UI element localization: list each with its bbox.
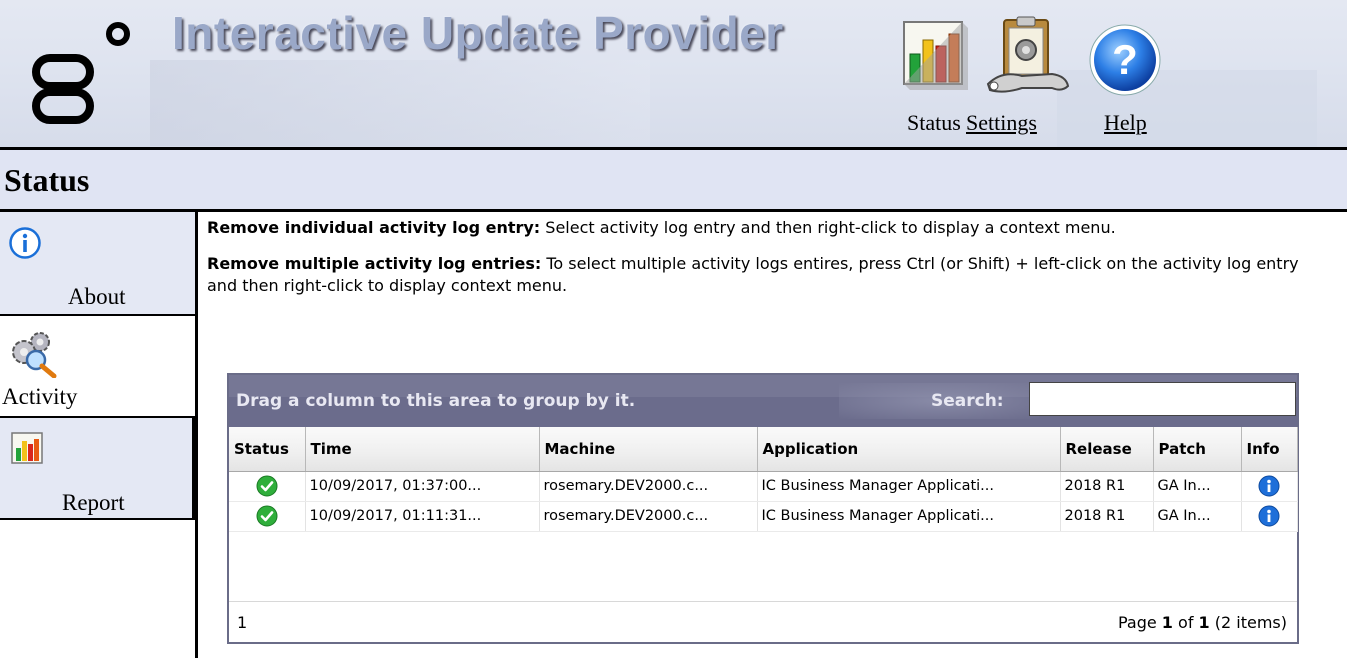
- app-header: Interactive Update Provider Status Setti…: [0, 0, 1347, 148]
- info-circle-icon: [9, 227, 41, 259]
- table-row[interactable]: 10/09/2017, 01:37:00... rosemary.DEV2000…: [229, 471, 1298, 502]
- instruction-single: Remove individual activity log entry: Se…: [207, 217, 1317, 239]
- instructions: Remove individual activity log entry: Se…: [207, 217, 1317, 311]
- time-cell: 10/09/2017, 01:11:31...: [305, 501, 540, 532]
- column-header-info[interactable]: Info: [1241, 427, 1298, 472]
- info-icon[interactable]: [1258, 505, 1280, 527]
- settings-clipboard-icon: [986, 16, 1070, 93]
- column-header-status[interactable]: Status: [229, 427, 306, 472]
- pager-of: of: [1172, 613, 1199, 632]
- pager-total: 1: [1198, 613, 1210, 632]
- settings-tool-label[interactable]: Settings: [966, 110, 1037, 136]
- status-cell: [229, 501, 306, 532]
- nav-divider: [195, 212, 198, 658]
- success-check-icon: [256, 475, 278, 497]
- activity-log-table: Status Time Machine Application Release …: [229, 427, 1298, 532]
- nav-item-label: Report: [62, 490, 125, 515]
- success-check-icon: [256, 505, 278, 527]
- application-cell: IC Business Manager Applicati...: [757, 501, 1061, 532]
- instruction-single-text: Select activity log entry and then right…: [540, 218, 1116, 237]
- pager-items: (2 items): [1209, 613, 1287, 632]
- column-header-patch[interactable]: Patch: [1153, 427, 1242, 472]
- status-tool-label[interactable]: Status: [907, 110, 961, 136]
- nav-item-label: About: [68, 284, 126, 309]
- time-cell: 10/09/2017, 01:37:00...: [305, 471, 540, 502]
- help-tool-button[interactable]: ?: [1087, 22, 1163, 98]
- pager-prefix: Page: [1117, 613, 1162, 632]
- application-cell: IC Business Manager Applicati...: [757, 471, 1061, 502]
- app-title: Interactive Update Provider: [172, 7, 784, 59]
- report-chart-icon: [11, 432, 43, 464]
- nav-item-activity[interactable]: Activity: [0, 316, 195, 418]
- status-chart-icon: [903, 21, 968, 90]
- column-header-release[interactable]: Release: [1060, 427, 1154, 472]
- nav-item-about[interactable]: About: [0, 212, 195, 316]
- section-divider: [0, 209, 1347, 212]
- genesys-logo-icon: [32, 22, 130, 124]
- pager-info: Page 1 of 1 (2 items): [1118, 613, 1287, 632]
- nav-item-report[interactable]: Report: [0, 418, 195, 520]
- help-tool-label[interactable]: Help: [1104, 110, 1147, 136]
- help-icon: ?: [1089, 24, 1161, 96]
- settings-tool-button[interactable]: [982, 14, 1072, 96]
- table-header-row: Status Time Machine Application Release …: [229, 427, 1298, 472]
- column-header-application[interactable]: Application: [757, 427, 1061, 472]
- pager-page-link[interactable]: 1: [237, 613, 247, 632]
- search-input[interactable]: [1029, 382, 1296, 416]
- activity-log-grid: Drag a column to this area to group by i…: [227, 373, 1299, 644]
- header-decoration: [150, 60, 650, 146]
- grid-pager: 1 Page 1 of 1 (2 items): [229, 601, 1297, 642]
- column-header-machine[interactable]: Machine: [539, 427, 758, 472]
- release-cell: 2018 R1: [1060, 501, 1154, 532]
- machine-cell: rosemary.DEV2000.c...: [539, 501, 758, 532]
- info-cell: [1241, 471, 1298, 502]
- group-by-hint: Drag a column to this area to group by i…: [236, 391, 636, 411]
- column-header-time[interactable]: Time: [305, 427, 540, 472]
- info-icon[interactable]: [1258, 475, 1280, 497]
- instruction-multiple: Remove multiple activity log entries: To…: [207, 253, 1317, 297]
- pager-current: 1: [1161, 613, 1173, 632]
- info-cell: [1241, 501, 1298, 532]
- patch-cell: GA In...: [1153, 501, 1242, 532]
- section-title-bar: [0, 150, 1347, 210]
- release-cell: 2018 R1: [1060, 471, 1154, 502]
- nav-item-label: Activity: [2, 384, 78, 409]
- group-by-panel[interactable]: Drag a column to this area to group by i…: [229, 375, 1297, 427]
- instruction-multiple-title: Remove multiple activity log entries:: [207, 254, 542, 273]
- patch-cell: GA In...: [1153, 471, 1242, 502]
- status-tool-button[interactable]: [898, 14, 970, 96]
- machine-cell: rosemary.DEV2000.c...: [539, 471, 758, 502]
- instruction-single-title: Remove individual activity log entry:: [207, 218, 541, 237]
- svg-text:?: ?: [1112, 36, 1138, 83]
- activity-gears-icon: [12, 332, 57, 378]
- search-label: Search:: [931, 391, 1004, 411]
- status-cell: [229, 471, 306, 502]
- page-title: Status: [4, 162, 90, 198]
- table-row[interactable]: 10/09/2017, 01:11:31... rosemary.DEV2000…: [229, 501, 1298, 532]
